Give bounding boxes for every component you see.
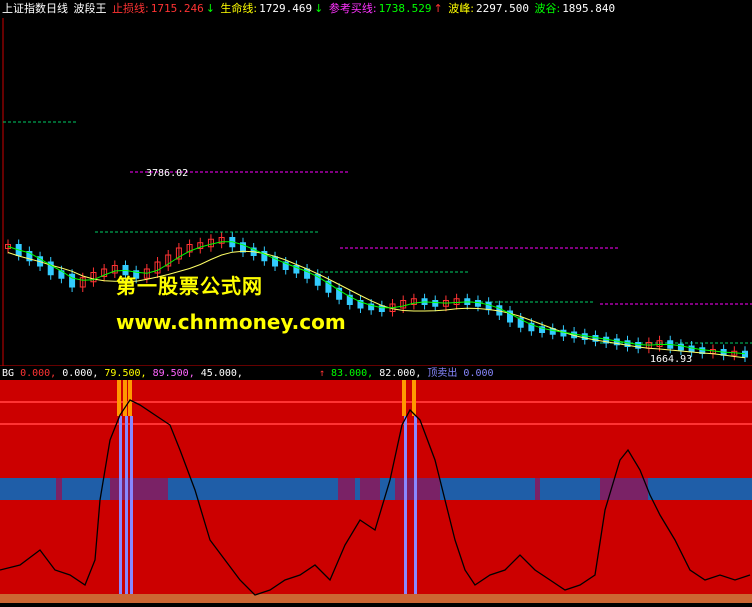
band-segment [535, 478, 540, 500]
high-marker-label: 3786.02 [146, 168, 189, 179]
ind-arrow: ↑ [318, 368, 325, 379]
indicator-panel[interactable] [0, 380, 752, 603]
baseline-bar [0, 594, 752, 603]
ind-v7: 82.000, [379, 368, 422, 379]
ind-v4: 89.500, [152, 368, 195, 379]
signal-bar-orange [412, 380, 416, 416]
ma-long-line [7, 250, 746, 359]
signal-bar-orange [128, 380, 132, 416]
candle-body [378, 305, 385, 312]
ind-v2: 0.000, [62, 368, 99, 379]
buy-line-label: 参考买线: [328, 2, 377, 15]
indicator-svg [0, 380, 752, 603]
ind-v1: 0.000, [20, 368, 57, 379]
candle-body [69, 273, 76, 288]
band-segment [338, 478, 355, 500]
buy-line-arrow: ↑ [433, 2, 443, 15]
signal-bar-blue [119, 416, 122, 594]
indicator-name: 波段王 [73, 2, 107, 15]
band-segment [110, 478, 168, 500]
band-segment [360, 478, 380, 500]
stop-loss-label: 止损线: [112, 2, 149, 15]
peak-value: 2297.500 [475, 2, 529, 15]
band-segment [395, 478, 440, 500]
price-chart-header: 上证指数日线 波段王 止损线: 1715.246 ↓ 生命线: 1729.469 ↓ 参… [2, 1, 617, 17]
life-line-value: 1729.469 [259, 2, 313, 15]
index-name: 上证指数日线 [2, 2, 68, 15]
candle-body [688, 345, 695, 353]
ind-v3: 79.500, [104, 368, 147, 379]
signal-bar-orange [402, 380, 406, 416]
price-chart-panel[interactable]: 上证指数日线 波段王 止损线: 1715.246 ↓ 生命线: 1729.469 ↓ 参… [0, 0, 752, 366]
candle-body [485, 301, 492, 311]
candle-body [742, 350, 748, 358]
signal-bar-blue [130, 416, 133, 594]
trough-value: 1895.840 [562, 2, 616, 15]
ind-v6: 83.000, [331, 368, 374, 379]
ind-v5: 45.000, [200, 368, 243, 379]
signal-bar-blue [414, 416, 417, 594]
stop-loss-value: 1715.246 [150, 2, 204, 15]
candle-body [432, 300, 439, 307]
signal-bar-blue [404, 416, 407, 594]
life-line-arrow: ↓ [314, 2, 324, 15]
signal-bar-orange [117, 380, 121, 416]
signal-bar-blue [125, 416, 128, 594]
stop-loss-arrow: ↓ [205, 2, 215, 15]
band-segment [600, 478, 648, 500]
peak-label: 波峰: [448, 2, 474, 15]
low-marker-label: 1664.93 [650, 354, 693, 365]
watermark-url: www.chnmoney.com [116, 310, 346, 334]
ind-name: BG [2, 368, 15, 379]
band-segment [56, 478, 62, 500]
buy-line-value: 1738.529 [378, 2, 432, 15]
ind-v8-label: 顶卖出 [427, 368, 458, 379]
watermark-title: 第一股票公式网 [116, 274, 263, 298]
life-line-label: 生命线: [220, 2, 258, 15]
ind-v9: 0.000 [463, 368, 494, 379]
indicator-header: BG 0.000, 0.000, 79.500, 89.500, 45.000,… [2, 367, 494, 380]
trough-label: 波谷: [534, 2, 561, 15]
price-chart-svg [0, 18, 752, 366]
